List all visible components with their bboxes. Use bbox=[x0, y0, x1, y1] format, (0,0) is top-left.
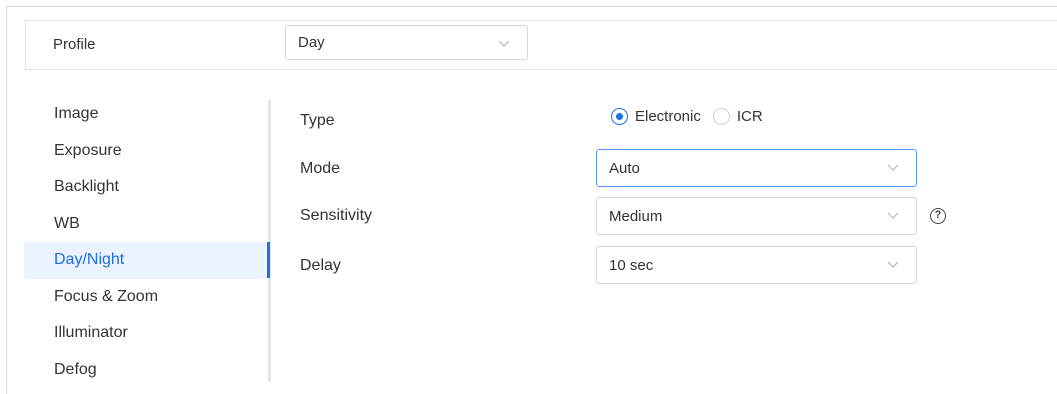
type-radio-group: Electronic ICR bbox=[611, 108, 775, 125]
settings-menu: Image Exposure Backlight WB Day/Night Fo… bbox=[24, 96, 270, 388]
menu-item-label: Focus & Zoom bbox=[54, 287, 159, 305]
radio-unchecked-icon bbox=[712, 108, 730, 125]
menu-item-label: Defog bbox=[54, 360, 97, 378]
menu-active-indicator bbox=[267, 242, 270, 278]
chevron-down-icon bbox=[498, 40, 510, 47]
menu-divider bbox=[268, 100, 271, 382]
delay-select-value: 10 sec bbox=[609, 256, 654, 274]
menu-item-wb[interactable]: WB bbox=[24, 206, 270, 243]
sensitivity-label: Sensitivity bbox=[300, 207, 373, 224]
profile-label: Profile bbox=[53, 36, 96, 53]
radio-checked-icon bbox=[611, 108, 628, 125]
menu-item-day-night[interactable]: Day/Night bbox=[24, 242, 270, 279]
profile-select[interactable]: Day bbox=[285, 25, 528, 60]
menu-item-label: WB bbox=[54, 214, 80, 232]
delay-label: Delay bbox=[300, 257, 341, 274]
menu-item-exposure[interactable]: Exposure bbox=[24, 133, 270, 170]
type-radio-icr[interactable]: ICR bbox=[712, 108, 763, 125]
chevron-down-icon bbox=[887, 212, 899, 219]
type-radio-electronic[interactable]: Electronic bbox=[611, 108, 701, 125]
chevron-down-icon bbox=[887, 164, 899, 171]
mode-label: Mode bbox=[300, 160, 341, 177]
question-circle-icon[interactable]: ? bbox=[930, 208, 946, 224]
menu-item-label: Illuminator bbox=[54, 324, 128, 341]
type-label: Type bbox=[300, 112, 335, 129]
radio-label: ICR bbox=[736, 108, 763, 125]
sensitivity-select-value: Medium bbox=[609, 207, 663, 225]
menu-item-label: Exposure bbox=[54, 141, 122, 159]
day-night-settings-page: Profile Day Image Exposure Backlight WB … bbox=[0, 0, 1057, 394]
profile-select-value: Day bbox=[298, 34, 325, 51]
profile-bar: Profile Day bbox=[25, 20, 1057, 70]
menu-item-label: Backlight bbox=[54, 178, 119, 195]
menu-item-focus-zoom[interactable]: Focus & Zoom bbox=[24, 279, 270, 316]
menu-item-defog[interactable]: Defog bbox=[24, 352, 270, 389]
sensitivity-select[interactable]: Medium bbox=[596, 197, 917, 235]
menu-item-label: Image bbox=[54, 105, 99, 122]
radio-label: Electronic bbox=[635, 108, 701, 125]
menu-item-label: Day/Night bbox=[54, 251, 125, 268]
menu-item-illuminator[interactable]: Illuminator bbox=[24, 315, 270, 352]
chevron-down-icon bbox=[887, 261, 899, 268]
menu-item-image[interactable]: Image bbox=[24, 96, 270, 133]
delay-select[interactable]: 10 sec bbox=[596, 246, 917, 284]
mode-select-value: Auto bbox=[609, 159, 640, 177]
menu-item-backlight[interactable]: Backlight bbox=[24, 169, 270, 206]
mode-select[interactable]: Auto bbox=[596, 149, 917, 187]
